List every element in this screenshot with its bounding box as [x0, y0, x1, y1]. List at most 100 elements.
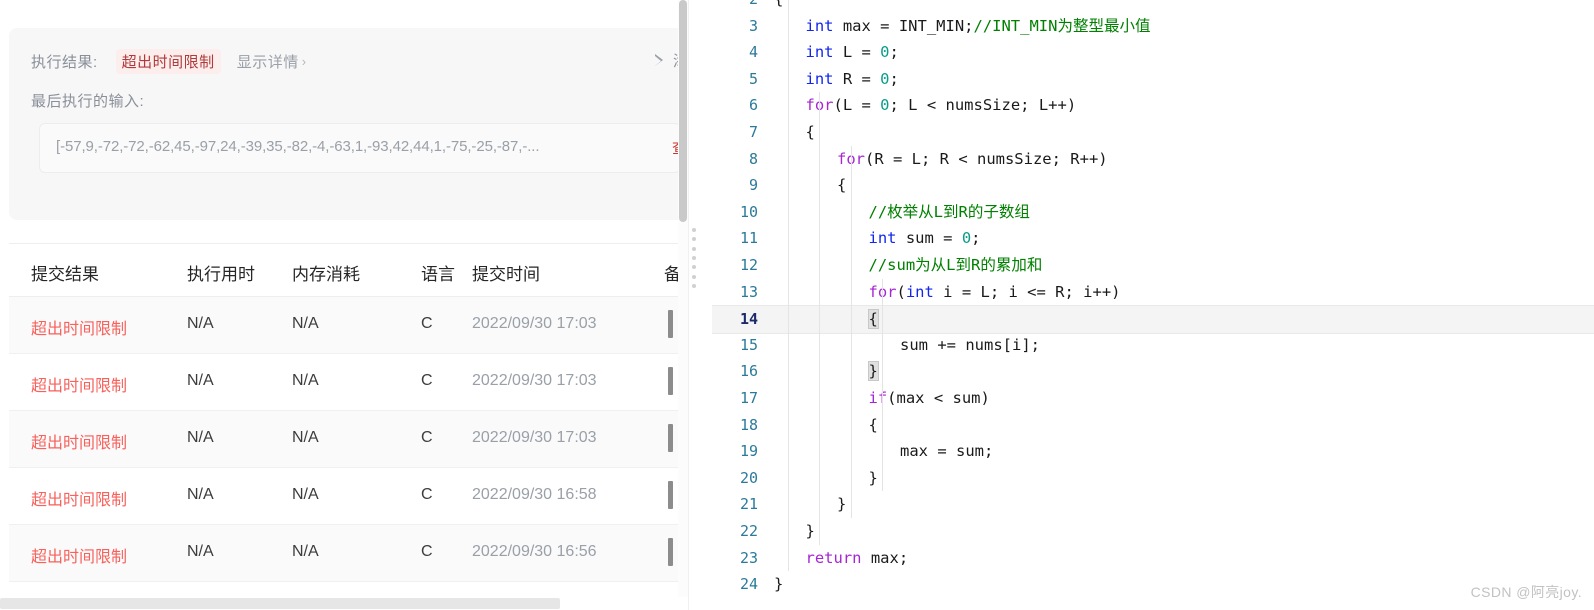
code-line[interactable]: 6 for(L = 0; L < numsSize; L++) [712, 92, 1594, 119]
token-ty: int [905, 282, 934, 301]
code-line[interactable]: 23 return max; [712, 545, 1594, 572]
token-plain: sum = [896, 229, 962, 248]
table-row[interactable]: 超出时间限制 N/A N/A C 2022/09/30 16:56 [9, 525, 688, 582]
token-plain: } [868, 468, 878, 487]
code-line[interactable]: 11 int sum = 0; [712, 225, 1594, 252]
code-line[interactable]: 18 { [712, 412, 1594, 439]
left-panel-scroll-thumb[interactable] [679, 0, 687, 222]
code-text: int L = 0; [806, 39, 899, 66]
show-detail-link[interactable]: 显示详情 › [237, 51, 307, 72]
line-number: 24 [739, 575, 758, 594]
note-icon[interactable] [668, 310, 673, 338]
token-kw: if [868, 389, 888, 407]
note-icon[interactable] [668, 538, 673, 566]
code-text: int R = 0; [806, 66, 899, 93]
token-cmt: //INT_MIN为整型最小值 [973, 16, 1151, 35]
code-text: return max; [806, 545, 909, 572]
last-input-label: 最后执行的输入: [31, 93, 145, 110]
line-number: 4 [748, 43, 758, 62]
code-line[interactable]: 19 max = sum; [712, 438, 1594, 465]
token-plain: ( [896, 282, 906, 301]
code-text: { [806, 119, 815, 146]
token-plain: sum += nums[i]; [900, 335, 1040, 354]
code-line[interactable]: 14 { [712, 305, 1594, 334]
code-line[interactable]: 17 if(max < sum) [712, 385, 1594, 412]
indent-guide [819, 92, 821, 545]
code-line[interactable]: 4 int L = 0; [712, 39, 1594, 66]
token-ty: int [805, 43, 834, 62]
token-num: 0 [880, 43, 890, 62]
line-number: 22 [739, 522, 758, 540]
line-number: 11 [739, 229, 758, 248]
cell-status[interactable]: 超出时间限制 [31, 429, 127, 453]
token-plain: (max < sum) [887, 389, 990, 407]
code-line[interactable]: 9{ [712, 172, 1594, 199]
code-editor-panel[interactable]: 2{3int max = INT_MIN;//INT_MIN为整型最小值 4 int… [712, 0, 1594, 610]
chevron-right-icon: › [301, 53, 307, 69]
token-num: 0 [880, 96, 890, 115]
line-number: 12 [739, 256, 758, 274]
code-text: } [774, 571, 783, 598]
cell-memory: N/A [292, 486, 319, 503]
code-text: } [837, 491, 846, 518]
code-text: } [867, 358, 879, 385]
token-plain: max = sum; [900, 442, 994, 461]
code-line[interactable]: 10 //枚举从L到R的子数组 [712, 199, 1594, 226]
code-line[interactable]: 8 for(R = L; R < numsSize; R++) [712, 146, 1594, 173]
code-text: if(max < sum) [869, 385, 990, 412]
token-plain: { [774, 0, 783, 8]
line-number: 13 [739, 282, 758, 301]
token-plain: i = L; i <= R; i++) [933, 282, 1121, 301]
token-cmt: //sum为从L到R的累加和 [868, 256, 1043, 274]
code-line[interactable]: 5 int R = 0; [712, 66, 1594, 93]
splitter-grip-icon[interactable] [692, 228, 696, 288]
code-text: //枚举从L到R的子数组 [869, 199, 1030, 226]
code-line[interactable]: 3 int max = INT_MIN;//INT_MIN为整型最小值 [712, 13, 1594, 40]
cell-status[interactable]: 超出时间限制 [31, 486, 127, 510]
code-line[interactable]: 24} [712, 571, 1594, 598]
code-content[interactable]: 2{3int max = INT_MIN;//INT_MIN为整型最小值 4 int… [712, 0, 1594, 610]
indent-guide [850, 145, 852, 518]
line-number: 14 [739, 310, 758, 329]
token-plain: ; L < numsSize; L++) [889, 96, 1077, 115]
code-line[interactable]: 20} [712, 465, 1594, 492]
code-line[interactable]: 7{ [712, 119, 1594, 146]
left-results-panel: 执行结果: 超出时间限制 显示详情 › 添加备 最后执行的输入: [-57,9,… [0, 0, 688, 610]
cell-status[interactable]: 超出时间限制 [31, 315, 127, 339]
token-brace: { [867, 309, 879, 330]
code-text: } [869, 465, 878, 492]
code-line[interactable]: 22} [712, 518, 1594, 545]
indent-guide [882, 278, 884, 492]
line-number: 5 [748, 69, 758, 88]
column-header: 提交结果 [31, 265, 99, 284]
submissions-table-header: 提交结果 执行用时 内存消耗 语言 提交时间备 [9, 244, 688, 297]
line-number: 16 [739, 362, 758, 381]
note-icon[interactable] [668, 424, 673, 452]
last-input-box[interactable]: [-57,9,-72,-72,-62,45,-97,24,-39,35,-82,… [39, 123, 688, 173]
code-line[interactable]: 15 sum += nums[i]; [712, 332, 1594, 359]
cell-status[interactable]: 超出时间限制 [31, 372, 127, 396]
note-icon[interactable] [668, 367, 673, 395]
code-line[interactable]: 12 //sum为从L到R的累加和 [712, 252, 1594, 279]
code-text: //sum为从L到R的累加和 [869, 252, 1043, 279]
code-line[interactable]: 2{ [712, 0, 1594, 13]
left-panel-horizontal-scrollbar[interactable] [0, 597, 688, 610]
token-num: 0 [880, 69, 890, 88]
execution-result-card: 执行结果: 超出时间限制 显示详情 › 添加备 最后执行的输入: [-57,9,… [9, 28, 688, 220]
table-row[interactable]: 超出时间限制 N/A N/A C 2022/09/30 16:58 [9, 468, 688, 525]
code-line[interactable]: 16} [712, 358, 1594, 385]
table-row[interactable]: 超出时间限制 N/A N/A C 2022/09/30 17:03 [9, 411, 688, 468]
cell-memory: N/A [292, 429, 319, 446]
table-row[interactable]: 超出时间限制 N/A N/A C 2022/09/30 17:03 [9, 354, 688, 411]
table-row[interactable]: 超出时间限制 N/A N/A C 2022/09/30 17:03 [9, 297, 688, 354]
code-line[interactable]: 13 for(int i = L; i <= R; i++) [712, 279, 1594, 306]
cell-status[interactable]: 超出时间限制 [31, 543, 127, 567]
left-panel-hscroll-thumb[interactable] [0, 598, 560, 609]
code-line[interactable]: 21} [712, 491, 1594, 518]
panel-splitter[interactable] [688, 0, 713, 610]
cell-time: 2022/09/30 16:56 [472, 543, 597, 560]
left-panel-vertical-scrollbar[interactable] [678, 0, 688, 610]
line-number: 7 [748, 123, 758, 141]
note-icon[interactable] [668, 481, 673, 509]
column-header: 语言 [421, 265, 455, 284]
